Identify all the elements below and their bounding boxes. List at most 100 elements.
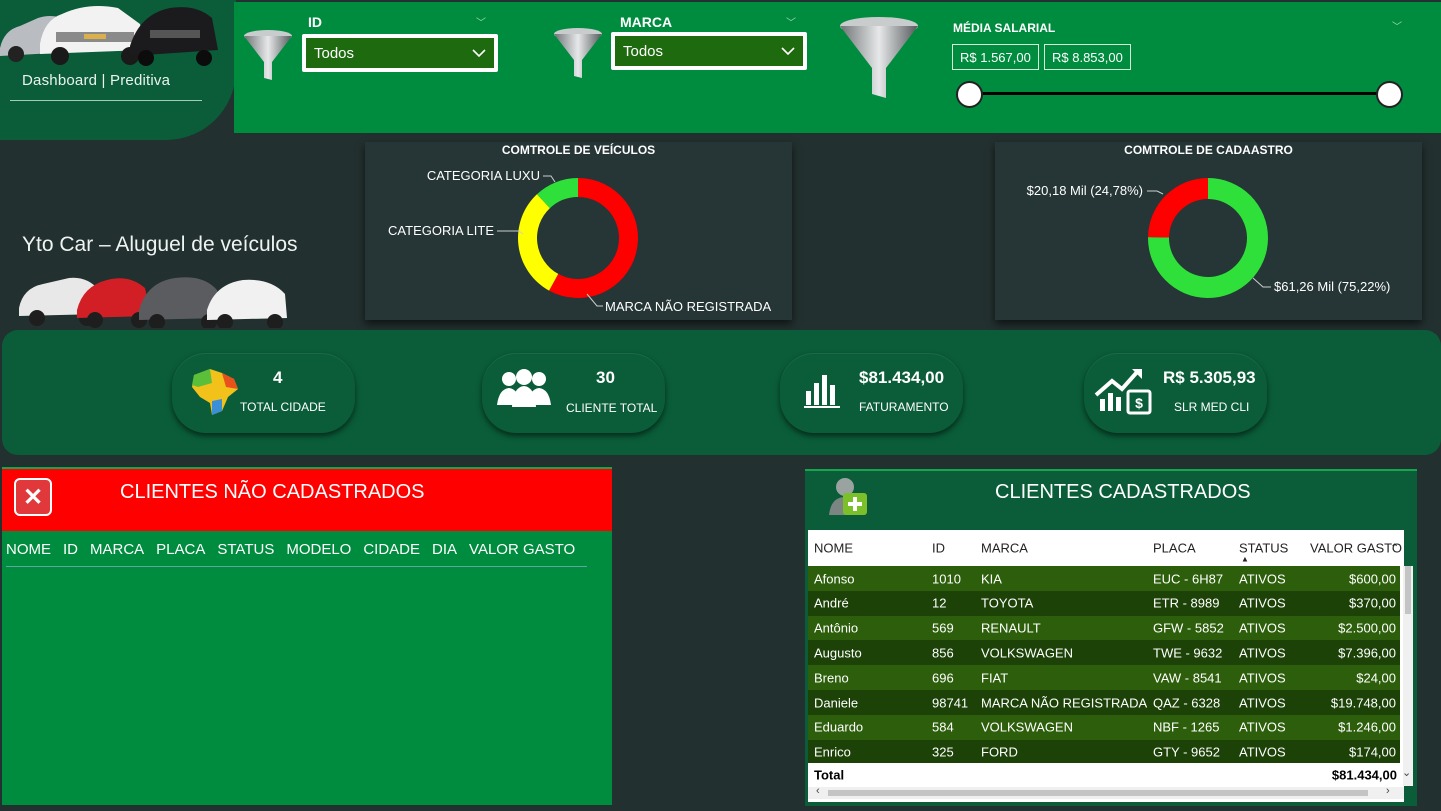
column-header[interactable]: PLACA bbox=[156, 541, 205, 558]
scrollbar-thumb[interactable] bbox=[828, 790, 1368, 796]
car-lineup-image bbox=[19, 277, 287, 328]
cell-status: ATIVOS bbox=[1239, 645, 1286, 661]
bar-chart-icon bbox=[804, 375, 840, 408]
column-header[interactable]: MARCA bbox=[981, 541, 1028, 556]
cell-nome: Augusto bbox=[814, 645, 862, 661]
leader-line bbox=[543, 175, 556, 183]
chevron-left-icon[interactable]: ‹ bbox=[816, 785, 820, 797]
column-header[interactable]: VALOR GASTO bbox=[1310, 541, 1402, 556]
data-label: CATEGORIA LUXU bbox=[427, 168, 540, 183]
close-icon[interactable]: ✕ bbox=[14, 478, 52, 516]
leader-line bbox=[1252, 277, 1271, 288]
cell-id: 325 bbox=[932, 744, 954, 760]
cell-status: ATIVOS bbox=[1239, 719, 1286, 735]
chevron-down-icon[interactable]: ﹀ bbox=[786, 14, 796, 29]
column-header[interactable]: MARCA bbox=[90, 541, 144, 558]
column-header[interactable]: STATUS bbox=[1239, 541, 1288, 556]
filter-id-dropdown[interactable]: Todos bbox=[302, 34, 498, 72]
vertical-scrollbar[interactable] bbox=[1403, 566, 1413, 786]
donut-slice[interactable] bbox=[1148, 178, 1208, 238]
cell-id: 584 bbox=[932, 719, 954, 735]
cell-placa: NBF - 1265 bbox=[1153, 719, 1220, 735]
salary-slider-min-handle[interactable] bbox=[956, 81, 983, 108]
table-header: NOME ID MARCA PLACA STATUS MODELO CIDADE… bbox=[6, 541, 588, 567]
filter-salario-label: MÉDIA SALARIAL bbox=[953, 21, 1056, 35]
cell-status: ATIVOS bbox=[1239, 620, 1286, 636]
funnel-icon bbox=[554, 28, 602, 78]
table-row[interactable]: André 12 TOYOTA ETR - 8989 ATIVOS $370,00 bbox=[808, 590, 1400, 616]
cell-placa: QAZ - 6328 bbox=[1153, 695, 1221, 710]
salary-slider-max-handle[interactable] bbox=[1376, 81, 1403, 108]
horizontal-scrollbar[interactable]: ‹ › bbox=[808, 785, 1404, 799]
salary-slider-track[interactable] bbox=[969, 92, 1391, 95]
scrollbar-thumb[interactable] bbox=[1405, 566, 1411, 614]
funnel-icon bbox=[244, 30, 292, 80]
filter-id-label: ID bbox=[308, 14, 322, 30]
donut-slice[interactable] bbox=[518, 194, 559, 291]
kpi-card-cliente-total[interactable]: 30 CLIENTE TOTAL bbox=[482, 353, 665, 433]
sort-asc-icon[interactable]: ▲ bbox=[1241, 555, 1249, 564]
kpi-value: $81.434,00 bbox=[859, 368, 945, 387]
data-label: CATEGORIA LITE bbox=[388, 223, 494, 238]
column-header[interactable]: NOME bbox=[814, 541, 853, 556]
table-row[interactable]: Breno 696 FIAT VAW - 8541 ATIVOS $24,00 bbox=[808, 665, 1400, 691]
column-header[interactable]: STATUS bbox=[217, 541, 274, 558]
column-header[interactable]: NOME bbox=[6, 541, 51, 558]
total-value: $81.434,00 bbox=[1331, 767, 1397, 783]
column-header[interactable]: MODELO bbox=[286, 541, 351, 558]
table-row[interactable]: Eduardo 584 VOLKSWAGEN NBF - 1265 ATIVOS $1.2… bbox=[808, 714, 1400, 740]
kpi-value: 30 bbox=[596, 368, 615, 387]
table-row[interactable]: Antônio 569 RENAULT GFW - 5852 ATIVOS $2.500,… bbox=[808, 615, 1400, 641]
chevron-down-icon[interactable]: ﹀ bbox=[1392, 18, 1402, 33]
cell-nome: Antônio bbox=[814, 620, 859, 636]
chevron-down-icon[interactable]: ﹀ bbox=[476, 14, 486, 29]
kpi-card-faturamento[interactable]: $81.434,00 FATURAMENTO bbox=[780, 353, 963, 433]
chevron-down-icon bbox=[472, 48, 486, 57]
cell-marca: VOLKSWAGEN bbox=[981, 645, 1073, 661]
chevron-right-icon[interactable]: › bbox=[1386, 785, 1390, 797]
table-row[interactable]: Daniele 98741 MARCA NÃO REGISTRADA QAZ - 63… bbox=[808, 690, 1400, 715]
cell-valor: $2.500,00 bbox=[1338, 620, 1396, 636]
cell-status: ATIVOS bbox=[1239, 695, 1286, 710]
chevron-up-icon[interactable]: ⌃ bbox=[1390, 542, 1399, 555]
clientes-cadastrados-panel: CLIENTES CADASTRADOS NOME ID MARCA PLACA… bbox=[805, 469, 1417, 806]
table-row[interactable]: Enrico 325 FORD GTY - 9652 ATIVOS $174,00 bbox=[808, 739, 1400, 765]
filter-marca-dropdown[interactable]: Todos bbox=[611, 32, 807, 70]
people-icon bbox=[497, 369, 551, 407]
chart-panel-cadastro: COMTROLE DE CADAASTRO $61,26 Mil (75,22%… bbox=[995, 142, 1422, 320]
cell-status: ATIVOS bbox=[1239, 595, 1286, 611]
cell-status: ATIVOS bbox=[1239, 744, 1286, 760]
cell-status: ATIVOS bbox=[1239, 670, 1286, 686]
cell-valor: $370,00 bbox=[1349, 595, 1396, 611]
column-header[interactable]: VALOR GASTO bbox=[469, 541, 575, 558]
cell-valor: $174,00 bbox=[1349, 744, 1396, 760]
filter-id-value: Todos bbox=[314, 44, 355, 62]
cell-id: 569 bbox=[932, 620, 954, 636]
cell-valor: $7.396,00 bbox=[1338, 645, 1396, 661]
column-header[interactable]: DIA bbox=[432, 541, 457, 558]
data-label: MARCA NÃO REGISTRADA bbox=[605, 299, 771, 314]
column-header[interactable]: ID bbox=[932, 541, 945, 556]
kpi-card-slr-med-cli[interactable]: $ R$ 5.305,93 SLR MED CLI bbox=[1084, 353, 1267, 433]
table-row[interactable]: Afonso 1010 KIA EUC - 6H87 ATIVOS $600,00 bbox=[808, 566, 1400, 591]
nav-label[interactable]: Dashboard | Preditiva bbox=[22, 72, 170, 89]
salary-min-input[interactable]: R$ 1.567,00 bbox=[952, 44, 1039, 70]
cell-marca: FIAT bbox=[981, 670, 1009, 686]
cell-nome: Eduardo bbox=[814, 719, 864, 735]
kpi-card-total-cidade[interactable]: 4 TOTAL CIDADE bbox=[172, 353, 355, 433]
cell-marca: RENAULT bbox=[981, 620, 1041, 636]
data-label: $61,26 Mil (75,22%) bbox=[1274, 279, 1390, 294]
table-row[interactable]: Augusto 856 VOLKSWAGEN TWE - 9632 ATIVOS $7.3… bbox=[808, 640, 1400, 666]
column-header[interactable]: CIDADE bbox=[363, 541, 420, 558]
chevron-down-icon[interactable]: ⌄ bbox=[1402, 766, 1411, 779]
cell-id: 12 bbox=[932, 595, 947, 611]
table-total-row: Total $81.434,00 bbox=[808, 763, 1400, 787]
column-header[interactable]: ID bbox=[63, 541, 78, 558]
leader-line bbox=[1147, 190, 1164, 195]
column-header[interactable]: PLACA bbox=[1153, 541, 1196, 556]
cell-placa: TWE - 9632 bbox=[1153, 645, 1223, 661]
salary-max-input[interactable]: R$ 8.853,00 bbox=[1044, 44, 1131, 70]
clientes-table: NOME ID MARCA PLACA STATUS ▲ VALOR GASTO… bbox=[808, 530, 1413, 802]
chevron-down-icon bbox=[781, 46, 795, 55]
cell-marca: VOLKSWAGEN bbox=[981, 719, 1073, 735]
